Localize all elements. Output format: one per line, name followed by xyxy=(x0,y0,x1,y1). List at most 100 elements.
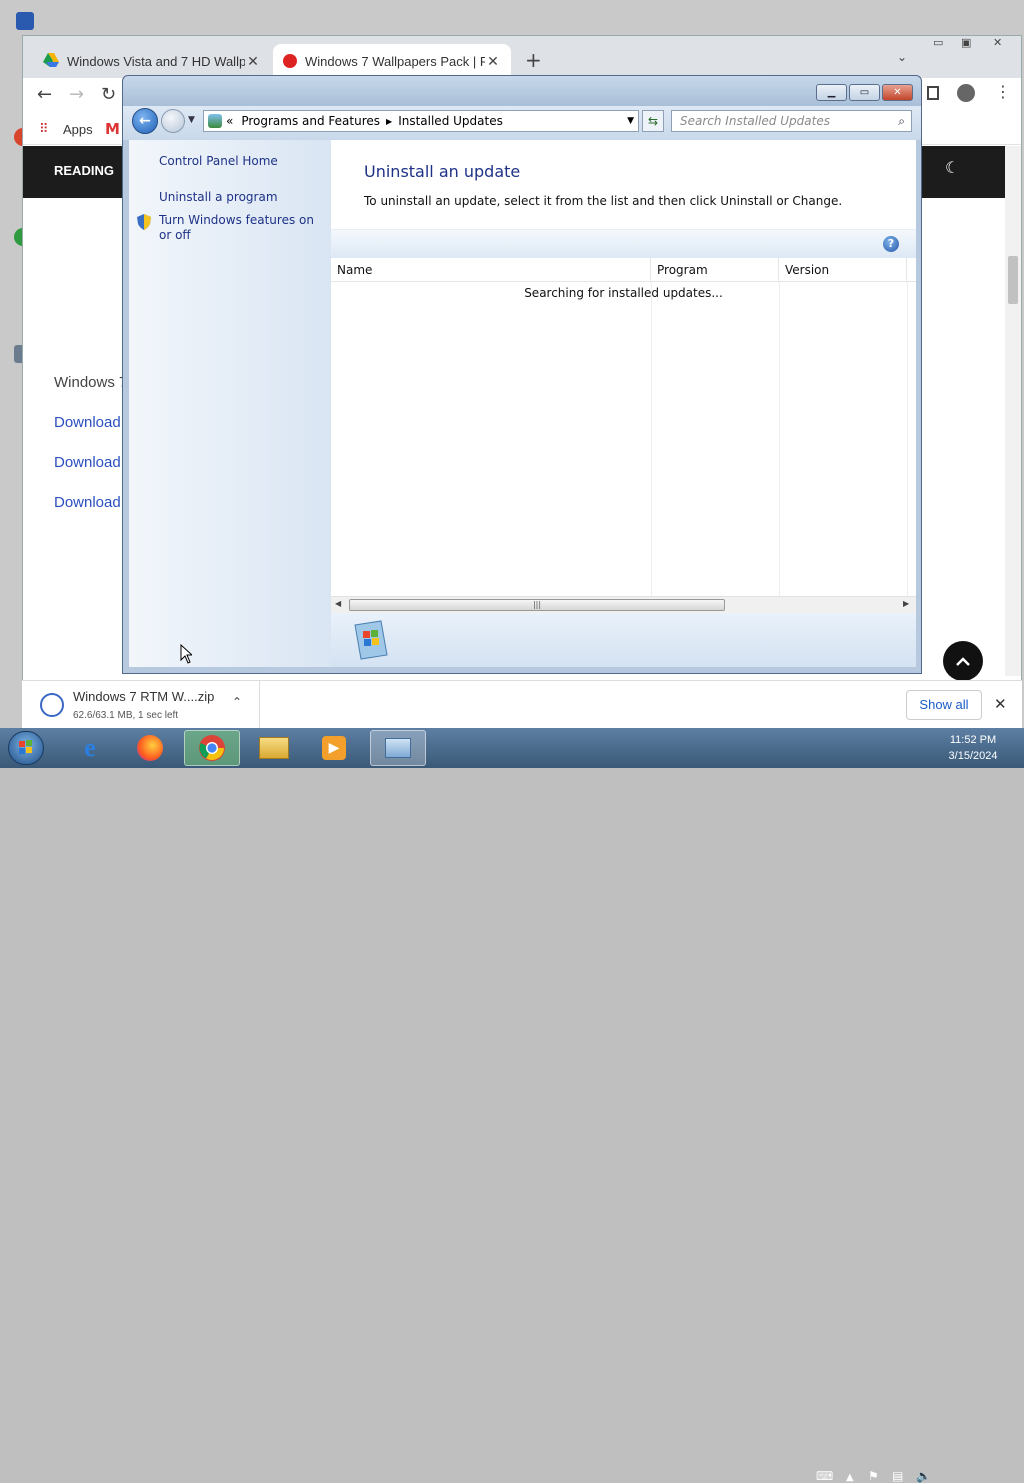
clock-date: 3/15/2024 xyxy=(948,750,998,762)
task-pane: Control Panel Home Uninstall a program T… xyxy=(129,140,331,667)
column-header-version[interactable]: Version xyxy=(779,258,907,282)
clock-time: 11:52 PM xyxy=(949,734,997,746)
chrome-tab-bar: Windows Vista and 7 HD Wallpaper ✕ Windo… xyxy=(23,36,1021,78)
breadcrumb-programs-and-features[interactable]: Programs and Features xyxy=(241,114,380,128)
menu-icon[interactable]: ⋮ xyxy=(995,82,1011,101)
control-panel-icon xyxy=(208,114,222,128)
details-pane xyxy=(331,613,916,667)
uninstall-program-link[interactable]: Uninstall a program xyxy=(159,190,278,204)
close-icon[interactable]: ✕ xyxy=(993,36,1002,49)
address-dropdown-icon[interactable]: ▼ xyxy=(627,116,634,126)
show-all-button[interactable]: Show all xyxy=(906,690,982,720)
download-bar: Windows 7 RTM W....zip 62.6/63.1 MB, 1 s… xyxy=(22,680,1022,729)
show-hidden-icons-icon[interactable]: ▲ xyxy=(846,1472,854,1483)
scrollbar-thumb[interactable] xyxy=(1008,256,1018,304)
maximize-icon[interactable]: ▣ xyxy=(961,36,971,49)
search-input[interactable]: Search Installed Updates ⌕ xyxy=(671,110,912,132)
windows-update-icon xyxy=(351,619,391,664)
file-explorer-taskbar-button[interactable] xyxy=(246,730,302,766)
site-red-icon xyxy=(283,54,297,68)
scroll-left-icon[interactable]: ◀ xyxy=(335,599,341,608)
column-header-program[interactable]: Program xyxy=(651,258,779,282)
scroll-right-icon[interactable]: ▶ xyxy=(903,599,909,608)
dark-mode-icon[interactable]: ☾ xyxy=(945,158,959,177)
column-divider xyxy=(907,282,908,596)
close-icon[interactable]: ✕ xyxy=(485,53,501,70)
minimize-button[interactable]: ▁ xyxy=(816,84,847,101)
scrollbar-thumb[interactable]: ||| xyxy=(349,599,725,611)
search-icon[interactable]: ⌕ xyxy=(898,114,905,129)
chevron-up-icon[interactable]: ⌃ xyxy=(232,695,242,709)
sidepanel-icon[interactable] xyxy=(927,86,939,100)
mouse-cursor-icon xyxy=(180,643,194,667)
zip-file-icon xyxy=(40,693,64,717)
forward-button[interactable] xyxy=(161,109,185,133)
media-play-icon: ▶ xyxy=(322,736,346,760)
breadcrumb-overflow[interactable]: « xyxy=(226,114,233,128)
chrome-tab-2[interactable]: Windows 7 Wallpapers Pack | Re ✕ xyxy=(273,44,511,78)
start-button[interactable] xyxy=(8,731,44,765)
download-link-1[interactable]: Download xyxy=(54,414,121,431)
profile-avatar-icon[interactable] xyxy=(957,84,975,102)
taskbar-clock[interactable]: 11:52 PM 3/15/2024 xyxy=(940,732,1006,764)
horizontal-scrollbar[interactable]: ◀ ||| ▶ xyxy=(331,596,916,614)
media-player-taskbar-button[interactable]: ▶ xyxy=(306,730,362,766)
control-panel-taskbar-button[interactable] xyxy=(370,730,426,766)
list-status-text: Searching for installed updates... xyxy=(524,286,723,300)
download-filename[interactable]: Windows 7 RTM W....zip xyxy=(73,689,214,704)
page-title: Uninstall an update xyxy=(364,162,521,181)
site-header-title[interactable]: READING xyxy=(54,163,114,178)
forward-icon[interactable]: → xyxy=(69,84,84,105)
minimize-icon[interactable]: ▭ xyxy=(933,36,943,49)
window-title-bar[interactable]: ▁ ▭ ✕ xyxy=(123,76,921,106)
reload-icon[interactable]: ↻ xyxy=(101,84,116,105)
command-bar: ? xyxy=(331,229,916,259)
back-icon[interactable]: ← xyxy=(37,84,52,105)
desktop-computer-icon[interactable] xyxy=(16,12,34,30)
taskbar: e ▶ ⌨ ▲ ⚑ ▤ 🔈 xyxy=(0,728,1024,1483)
column-header-more[interactable] xyxy=(907,258,916,282)
chrome-icon xyxy=(199,735,225,761)
firefox-icon xyxy=(137,735,163,761)
chrome-tab-1[interactable]: Windows Vista and 7 HD Wallpaper ✕ xyxy=(33,44,271,78)
control-panel-home-link[interactable]: Control Panel Home xyxy=(159,154,278,168)
keyboard-icon[interactable]: ⌨ xyxy=(816,1469,833,1483)
chrome-taskbar-button[interactable] xyxy=(184,730,240,766)
internet-explorer-icon: e xyxy=(84,733,96,762)
close-download-bar-icon[interactable]: ✕ xyxy=(994,695,1007,713)
breadcrumb-separator-icon[interactable]: ▶ xyxy=(386,117,392,126)
action-center-flag-icon[interactable]: ⚑ xyxy=(868,1469,879,1483)
firefox-taskbar-button[interactable] xyxy=(122,730,178,766)
breadcrumb-installed-updates[interactable]: Installed Updates xyxy=(398,114,503,128)
tab-search-icon[interactable]: ⌄ xyxy=(897,50,907,64)
recent-pages-chevron-icon[interactable]: ▼ xyxy=(188,115,195,125)
volume-muted-icon[interactable]: 🔈 xyxy=(916,1469,931,1483)
address-bar[interactable]: « Programs and Features ▶ Installed Upda… xyxy=(203,110,639,132)
maximize-button[interactable]: ▭ xyxy=(849,84,880,101)
internet-explorer-taskbar-button[interactable]: e xyxy=(62,730,118,766)
download-link-3[interactable]: Download xyxy=(54,494,121,511)
column-divider xyxy=(651,282,652,596)
chrome-tab-title: Windows 7 Wallpapers Pack | Re xyxy=(305,53,485,69)
download-link-2[interactable]: Download xyxy=(54,454,121,471)
close-icon[interactable]: ✕ xyxy=(245,53,261,70)
network-icon[interactable]: ▤ xyxy=(892,1469,903,1483)
divider xyxy=(259,681,260,729)
installed-updates-window: ▁ ▭ ✕ ← ▼ « Programs and Features ▶ Inst… xyxy=(122,75,922,674)
windows-features-link[interactable]: Turn Windows features on or off xyxy=(159,213,324,243)
page-scrollbar[interactable] xyxy=(1005,146,1021,676)
gmail-icon[interactable]: M xyxy=(105,120,120,138)
column-header-name[interactable]: Name xyxy=(331,258,651,282)
refresh-button[interactable]: ⇆ xyxy=(642,110,664,132)
help-icon[interactable]: ? xyxy=(883,236,899,252)
scroll-to-top-button[interactable] xyxy=(943,641,983,681)
google-drive-icon xyxy=(43,52,59,70)
back-button[interactable]: ← xyxy=(132,108,158,134)
navigation-bar: ← ▼ « Programs and Features ▶ Installed … xyxy=(123,106,921,140)
close-button[interactable]: ✕ xyxy=(882,84,913,101)
search-placeholder: Search Installed Updates xyxy=(680,114,830,128)
chrome-tab-title: Windows Vista and 7 HD Wallpaper xyxy=(67,53,245,69)
shield-icon xyxy=(137,214,151,233)
bookmark-apps[interactable]: Apps xyxy=(63,122,93,137)
new-tab-button[interactable]: + xyxy=(525,48,542,72)
